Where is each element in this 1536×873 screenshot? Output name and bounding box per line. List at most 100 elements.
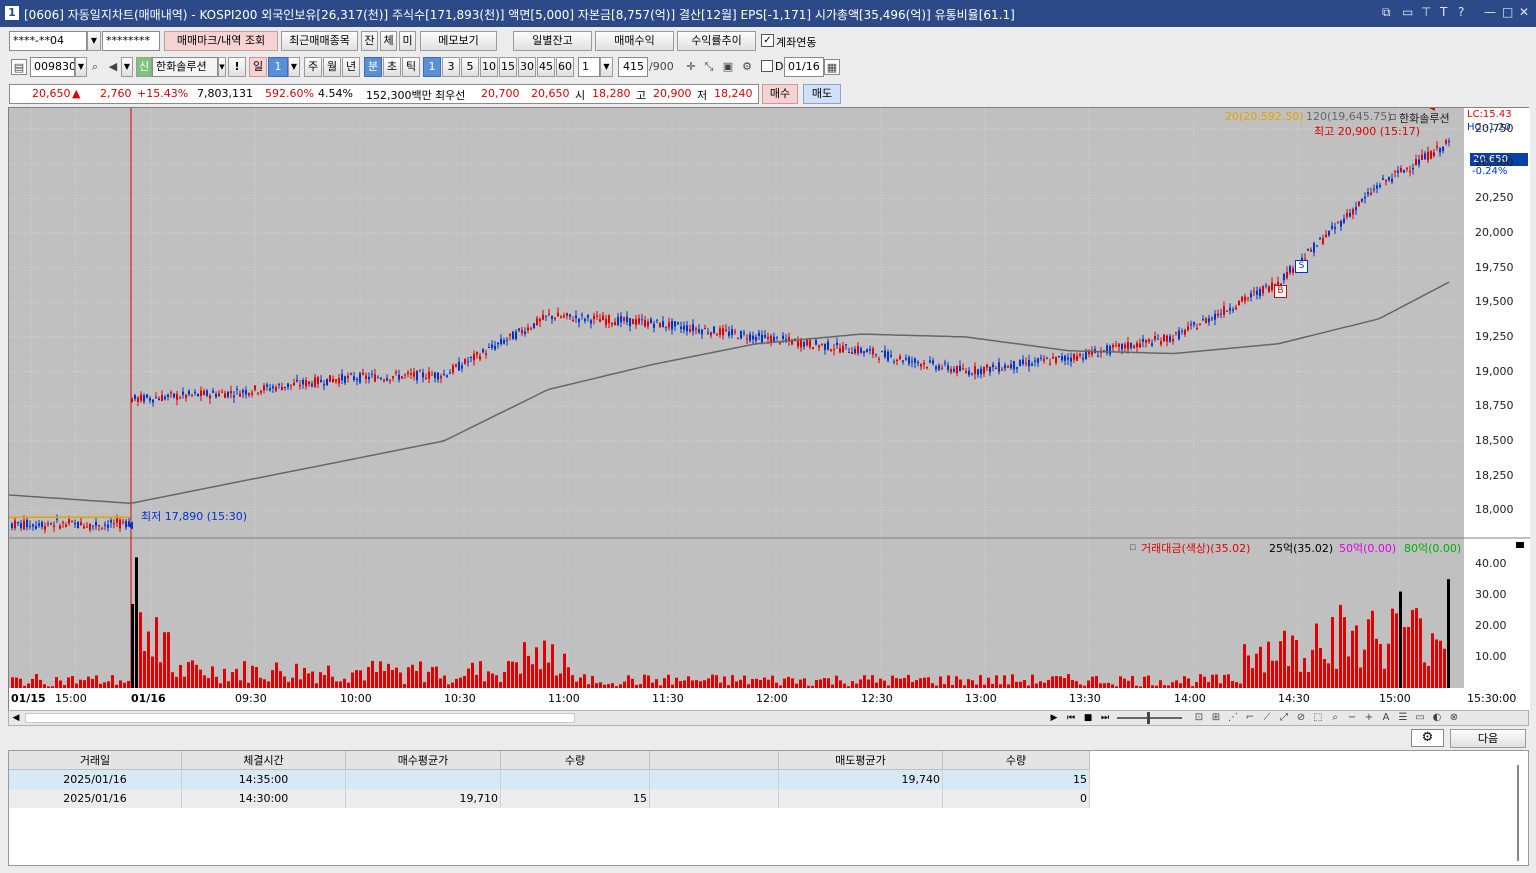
candle-body [1199,323,1201,326]
speaker-icon[interactable]: ◀ [105,59,121,75]
day-count-dropdown-icon[interactable]: ▼ [288,57,300,77]
candle-body [1439,148,1441,153]
period-year-button[interactable]: 년 [342,57,360,77]
volume-bar [995,675,998,688]
period-second-button[interactable]: 초 [383,57,401,77]
period-week-button[interactable]: 주 [304,57,322,77]
calendar-icon[interactable]: ▦ [824,59,840,75]
copy-window-icon[interactable]: ▭ [1402,5,1413,19]
name-dropdown-icon[interactable]: ▼ [218,57,226,77]
sell-button[interactable]: 매도 [803,84,841,104]
scroll-thumb[interactable] [25,713,575,723]
box-tool-icon[interactable]: ⊞ [1208,711,1224,725]
candle-body [47,523,49,525]
date-input[interactable]: 01/16 [784,57,824,77]
balance-button[interactable]: 잔 [361,31,378,51]
table-scrollbar[interactable] [1517,765,1519,861]
interval-button[interactable]: 60 [556,57,574,77]
fast-forward-icon[interactable]: ⏭ [1098,711,1112,725]
account-dropdown-icon[interactable]: ▼ [87,31,101,51]
recent-trades-button[interactable]: 최근매매종목 [281,31,358,51]
fib-tool-icon[interactable]: ⤢ [1276,711,1292,725]
line-tool-icon[interactable]: ⟋ [1259,711,1275,725]
chart-scrollbar[interactable]: ◀ ▶ ⏮ ■ ⏭ ⊡ ⊞ ⋰ ⌐ ⟋ ⤢ ⊘ ⬚ ⌕ − + A ☰ ▭ ◐ ⊗ [8,710,1529,726]
date-checkbox[interactable] [761,60,773,72]
candle-body [974,366,976,374]
custom-interval-dropdown-icon[interactable]: ▼ [600,57,613,77]
cycle-tool-icon[interactable]: ⊘ [1293,711,1309,725]
period-month-button[interactable]: 월 [323,57,341,77]
buy-button[interactable]: 매수 [762,84,798,104]
password-input[interactable]: ******** [102,31,160,51]
candle-body [452,365,454,373]
daily-balance-button[interactable]: 일별잔고 [513,31,592,51]
stock-code-input[interactable]: 009830 [30,57,75,77]
text-tool-icon[interactable]: A [1378,711,1394,725]
candle-body [680,326,682,330]
next-button[interactable]: 다음 [1450,729,1526,748]
trade-profit-button[interactable]: 매매수익 [595,31,674,51]
custom-interval-input[interactable]: 1 [578,57,600,77]
account-input[interactable]: ****-**04 [9,31,87,51]
unexecuted-button[interactable]: 미 [399,31,416,51]
zoom-tool-icon[interactable]: ⤡ [701,59,717,75]
executed-button[interactable]: 체 [380,31,397,51]
search-icon[interactable]: ⌕ [87,59,103,75]
angle-tool-icon[interactable]: ⌐ [1242,711,1258,725]
chart-svg[interactable] [9,108,1530,711]
buy-marker[interactable]: B [1274,285,1287,298]
stop-icon[interactable]: ■ [1081,711,1095,725]
stock-list-icon[interactable]: ▤ [11,59,27,75]
interval-button[interactable]: 30 [518,57,536,77]
list-tool-icon[interactable]: ☰ [1395,711,1411,725]
zoom-out-icon[interactable]: − [1344,711,1360,725]
interval-button[interactable]: 1 [423,57,441,77]
zoom-tool-icon[interactable]: ⌕ [1327,711,1343,725]
bar-count-input[interactable]: 415 [618,57,648,77]
trend-tool-icon[interactable]: ⋰ [1225,711,1241,725]
mark-history-button[interactable]: 매매마크/내역 조회 [164,31,278,51]
account-link-checkbox[interactable]: ✓ [761,34,774,47]
save-icon[interactable]: ▣ [720,59,736,75]
color-tool-icon[interactable]: ◐ [1429,711,1445,725]
interval-button[interactable]: 3 [442,57,460,77]
rect-tool-icon[interactable]: ⬚ [1310,711,1326,725]
day-count-field[interactable]: 1 [268,57,288,77]
interval-button[interactable]: 15 [499,57,517,77]
settings-icon[interactable]: ⚙ [739,59,755,75]
time-tick: 11:00 [548,692,580,705]
chart-area[interactable]: 20(20,592.50) 120(19,645.75) ▫ 한화솔루션 LC:… [8,107,1530,711]
period-minute-button[interactable]: 분 [364,57,382,77]
memo-button[interactable]: 메모보기 [420,31,497,51]
minimize-icon[interactable]: — [1484,5,1496,19]
scroll-left-icon[interactable]: ◀ [9,711,23,725]
code-dropdown-icon[interactable]: ▼ [75,57,87,77]
crosshair-icon[interactable]: ✛ [683,59,699,75]
interval-button[interactable]: 45 [537,57,555,77]
zoom-slider-handle[interactable] [1147,712,1150,724]
pin-icon[interactable]: ⊤ [1421,5,1431,19]
maximize-icon[interactable]: □ [1502,5,1513,19]
interval-button[interactable]: 10 [480,57,498,77]
window-tool-icon[interactable]: ▭ [1412,711,1428,725]
sell-marker[interactable]: S [1295,260,1308,273]
scroll-right-icon[interactable]: ▶ [1047,711,1061,725]
delete-tool-icon[interactable]: ⊗ [1446,711,1462,725]
select-tool-icon[interactable]: ⊡ [1191,711,1207,725]
alert-button[interactable]: ! [228,57,246,77]
return-trend-button[interactable]: 수익률추이 [677,31,756,51]
font-icon[interactable]: T [1440,5,1447,19]
period-tick-button[interactable]: 틱 [402,57,420,77]
zoom-in-icon[interactable]: + [1361,711,1377,725]
restore-layout-icon[interactable]: ⧉ [1382,5,1391,20]
candle-body [224,393,226,398]
period-day-button[interactable]: 일 [249,57,267,77]
table-row[interactable]: 2025/01/16 14:30:00 19,710 15 0 [9,789,1090,808]
table-settings-icon[interactable]: ⚙ [1411,729,1444,747]
help-icon[interactable]: ? [1458,5,1464,19]
speaker-dropdown-icon[interactable]: ▼ [121,57,133,77]
interval-button[interactable]: 5 [461,57,479,77]
close-icon[interactable]: ✕ [1519,5,1529,19]
rewind-icon[interactable]: ⏮ [1064,711,1078,725]
table-row[interactable]: 2025/01/16 14:35:00 19,740 15 [9,770,1090,789]
